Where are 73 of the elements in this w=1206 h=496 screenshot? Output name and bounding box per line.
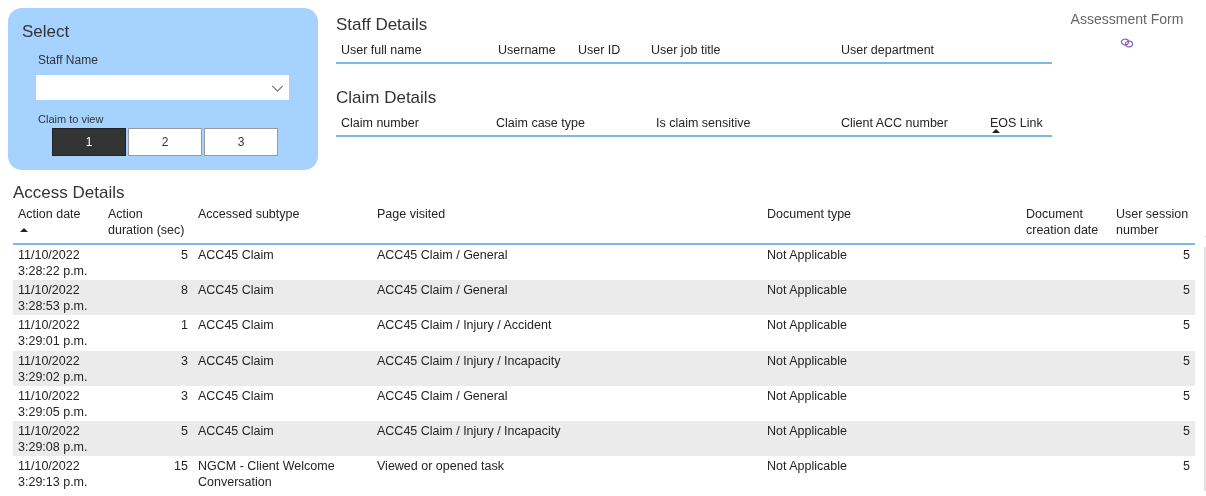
sort-arrow-icon[interactable]	[992, 129, 1000, 133]
column-header[interactable]: Claim case type	[496, 116, 585, 133]
column-header[interactable]: Is claim sensitive	[656, 116, 751, 133]
table-cell: ACC45 Claim	[198, 318, 274, 333]
table-cell: Viewed or opened task	[377, 459, 504, 474]
table-cell: ACC45 Claim	[198, 248, 274, 262]
table-cell: Not Applicable	[767, 283, 847, 298]
table-cell: 11/10/2022 3:29:01 p.m.	[18, 318, 88, 349]
table-cell: Not Applicable	[767, 353, 847, 368]
table-cell: NGCM - Client Welcome Conversation	[198, 459, 335, 490]
column-header[interactable]: Document creation date	[1026, 206, 1106, 242]
column-header[interactable]: User full name	[341, 43, 422, 60]
table-cell: 5	[1183, 248, 1190, 262]
table-cell: ACC45 Claim	[198, 283, 274, 298]
table-cell: 5	[1183, 388, 1190, 403]
chevron-down-icon	[271, 85, 284, 92]
link-icon[interactable]	[1120, 38, 1134, 48]
section-title: Access Details	[13, 183, 126, 203]
column-header[interactable]: User session number	[1116, 206, 1190, 242]
section-title: Staff Details	[336, 15, 429, 35]
table-cell: 5	[181, 248, 188, 262]
field-label: Staff Name	[38, 53, 99, 67]
column-header[interactable]: Client ACC number	[841, 116, 948, 133]
section-title: Claim Details	[336, 88, 438, 108]
table-cell: ACC45 Claim / Injury / Incapacity	[377, 423, 561, 438]
column-header[interactable]: User department	[841, 43, 935, 60]
table-cell: 1	[181, 318, 188, 333]
table-cell: Not Applicable	[767, 388, 847, 403]
claim-button[interactable]: 1	[52, 128, 126, 156]
table-cell: 5	[1183, 318, 1190, 333]
table-cell: ACC45 Claim / General	[377, 283, 508, 298]
field-label: Claim to view	[38, 113, 105, 125]
table-cell: 5	[1183, 459, 1190, 474]
table-cell: Not Applicable	[767, 459, 847, 474]
column-header[interactable]: EOS Link	[990, 116, 1043, 133]
table-cell: ACC45 Claim / Injury / Accident	[377, 318, 552, 333]
column-header[interactable]: User ID	[578, 43, 621, 60]
column-header[interactable]: Username	[498, 43, 556, 60]
table-cell: 3	[181, 353, 188, 368]
table-cell: 11/10/2022 3:28:53 p.m.	[18, 283, 88, 314]
table-cell: ACC45 Claim / General	[377, 388, 508, 403]
table-cell: ACC45 Claim / General	[377, 248, 508, 262]
column-header[interactable]: Action date	[18, 206, 81, 232]
panel-title: Select	[22, 22, 71, 42]
claim-button[interactable]: 2	[128, 128, 202, 156]
claim-button[interactable]: 3	[204, 128, 278, 156]
table-cell: 5	[1183, 423, 1190, 438]
table-cell: 3	[181, 388, 188, 403]
column-header[interactable]: User job title	[651, 43, 721, 60]
column-header[interactable]: Action duration (sec)	[108, 206, 188, 242]
table-cell: ACC45 Claim	[198, 423, 274, 438]
table-cell: 15	[174, 459, 188, 474]
table-cell: 8	[181, 283, 188, 298]
table-cell: ACC45 Claim	[198, 388, 274, 403]
column-header[interactable]: Page visited	[377, 206, 446, 232]
table-cell: 5	[181, 423, 188, 438]
assessment-form-title: Assessment Form	[1070, 11, 1184, 27]
table-cell: 11/10/2022 3:29:08 p.m.	[18, 423, 88, 454]
table-cell: 5	[1183, 353, 1190, 368]
table-cell: 11/10/2022 3:29:13 p.m.	[18, 459, 88, 490]
column-header[interactable]: Claim number	[341, 116, 419, 133]
table-cell: Not Applicable	[767, 318, 847, 333]
table-cell: 5	[1183, 283, 1190, 298]
table-cell: ACC45 Claim	[198, 353, 274, 368]
table-cell: ACC45 Claim / Injury / Incapacity	[377, 353, 561, 368]
table-cell: 11/10/2022 3:28:22 p.m.	[18, 248, 88, 278]
table-cell: Not Applicable	[767, 248, 847, 262]
column-header[interactable]: Accessed subtype	[198, 206, 300, 232]
sort-arrow-icon[interactable]	[20, 228, 28, 232]
table-cell: 11/10/2022 3:29:05 p.m.	[18, 388, 88, 419]
column-header[interactable]: Document type	[767, 206, 852, 232]
table-cell: Not Applicable	[767, 423, 847, 438]
table-cell: 11/10/2022 3:29:02 p.m.	[18, 353, 88, 384]
